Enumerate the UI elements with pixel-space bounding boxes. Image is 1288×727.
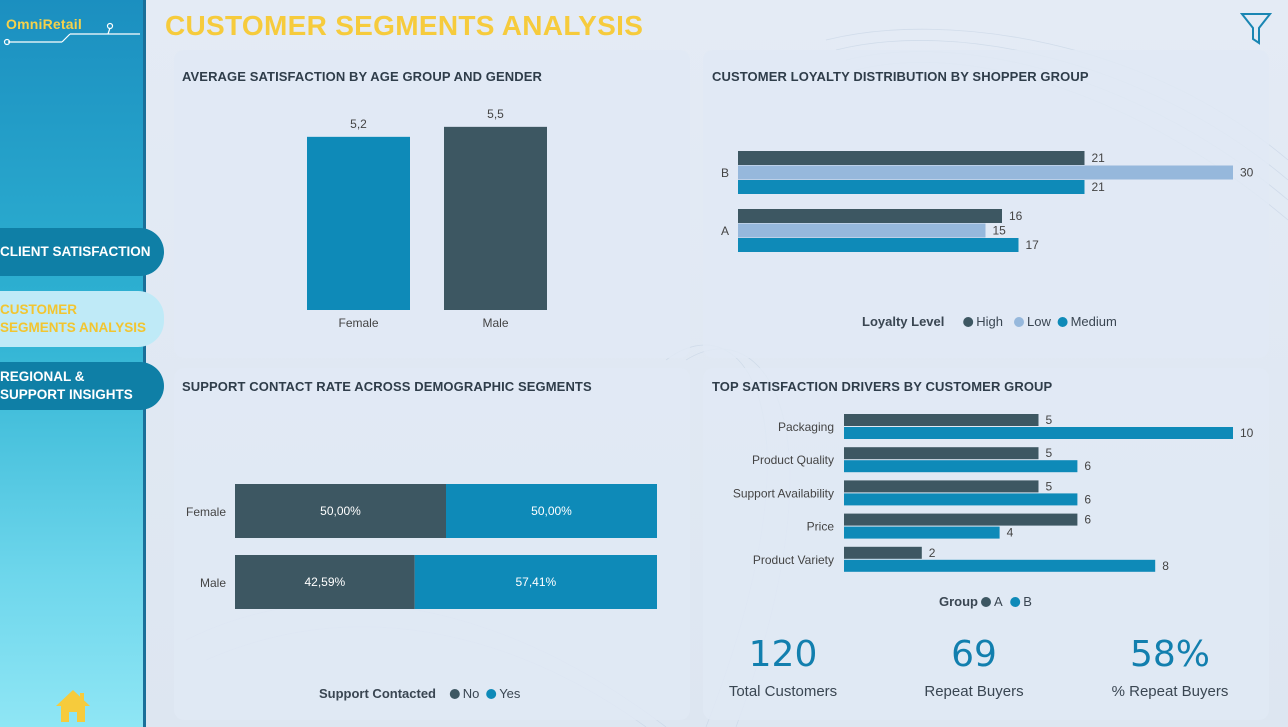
loyalty-chart: 21 30 21 B 1615 17 A Loyalty Level High Low Medium: [721, 151, 1254, 329]
data-label: 30: [1240, 166, 1254, 180]
data-label: 2: [929, 546, 936, 560]
nav-label-line2: SEGMENTS ANALYSIS: [0, 320, 147, 335]
kpi-repeat-buyers-value: 69: [951, 634, 997, 675]
legend-marker: [1010, 597, 1021, 607]
chart-title: TOP SATISFACTION DRIVERS BY CUSTOMER GRO…: [712, 379, 1053, 394]
data-label: 50,00%: [531, 504, 572, 518]
data-label: 5: [1046, 413, 1053, 427]
bar: [738, 238, 1019, 252]
kpi-total-customers-label: Total Customers: [728, 683, 838, 700]
tick-label: Male: [200, 576, 226, 590]
data-label: 21: [1092, 180, 1106, 194]
bar: [844, 546, 922, 559]
tick-label: Female: [338, 316, 378, 330]
data-label: 10: [1240, 426, 1254, 440]
legend-item: Low: [1027, 314, 1051, 329]
nav-label-line1: CUSTOMER: [0, 302, 78, 317]
bar: [844, 513, 1078, 526]
legend-item: Yes: [499, 686, 521, 701]
data-label: 15: [993, 224, 1007, 238]
bar: [844, 460, 1078, 473]
nav-label: CLIENT SATISFACTION: [0, 244, 151, 259]
data-label: 4: [1007, 526, 1014, 540]
data-label: 6: [1084, 513, 1091, 527]
bar: [844, 559, 1156, 572]
legend-item: No: [463, 686, 480, 701]
legend-marker: [981, 597, 991, 607]
bar: [738, 165, 1233, 180]
kpi-total-customers-value: 120: [748, 634, 818, 675]
bar: [738, 180, 1085, 194]
tick-label: Packaging: [778, 420, 834, 434]
data-label: 8: [1162, 559, 1169, 573]
data-label: 17: [1026, 238, 1040, 252]
home-icon[interactable]: [54, 688, 92, 724]
nav-customer-segments[interactable]: CUSTOMER SEGMENTS ANALYSIS: [0, 291, 164, 347]
app-logo: OmniRetail: [6, 16, 82, 32]
legend-title: Loyalty Level: [862, 314, 944, 329]
legend-marker: [1057, 317, 1068, 327]
bar: [444, 126, 547, 310]
legend-marker: [963, 317, 974, 327]
kpi-repeat-pct-label: % Repeat Buyers: [1111, 683, 1229, 700]
legend-marker: [449, 689, 460, 699]
tick-label: Price: [807, 520, 835, 534]
page-title: CUSTOMER SEGMENTS ANALYSIS: [165, 10, 644, 41]
data-label: 42,59%: [305, 575, 346, 589]
data-label: 5: [1046, 479, 1053, 493]
data-label: 5,2: [350, 117, 367, 131]
legend-item: Medium: [1071, 314, 1117, 329]
tick-label: B: [721, 166, 729, 180]
data-label: 21: [1092, 151, 1106, 165]
data-label: 6: [1084, 492, 1091, 506]
legend-item: High: [976, 314, 1003, 329]
chart-title: SUPPORT CONTACT RATE ACROSS DEMOGRAPHIC …: [182, 379, 592, 394]
bar: [844, 480, 1039, 493]
legend-title: Support Contacted: [319, 686, 436, 701]
legend-item: B: [1023, 594, 1032, 609]
chart-title: AVERAGE SATISFACTION BY AGE GROUP AND GE…: [182, 69, 543, 84]
bar: [844, 427, 1233, 439]
data-label: 5,5: [487, 107, 504, 121]
bar: [307, 136, 410, 310]
data-label: 16: [1009, 209, 1023, 223]
bar: [738, 223, 986, 238]
bar: [738, 151, 1085, 165]
nav-regional-support[interactable]: REGIONAL & SUPPORT INSIGHTS: [0, 362, 164, 410]
data-label: 57,41%: [516, 575, 557, 589]
bar: [844, 447, 1039, 460]
nav-label-line1: REGIONAL &: [0, 369, 85, 384]
nav-client-satisfaction[interactable]: CLIENT SATISFACTION: [0, 228, 164, 276]
data-label: 5: [1046, 446, 1053, 460]
nav-label-line2: SUPPORT INSIGHTS: [0, 387, 133, 402]
drivers-chart: 5 10 Packaging 5 6 Product Quality 5 6 Support A…: [733, 413, 1254, 609]
chart-title: CUSTOMER LOYALTY DISTRIBUTION BY SHOPPER…: [712, 69, 1089, 84]
data-label: 6: [1084, 459, 1091, 473]
kpi-repeat-buyers-label: Repeat Buyers: [924, 683, 1024, 700]
bar: [738, 209, 1002, 223]
filter-icon[interactable]: [1240, 12, 1272, 46]
tick-label: Product Quality: [752, 453, 834, 467]
legend-item: A: [994, 594, 1003, 609]
support-chart: 50,00% 50,00% Female 42,59% 57,41% Male Suppor…: [186, 484, 657, 701]
data-label: 50,00%: [320, 504, 361, 518]
bar: [844, 414, 1039, 426]
bar: [844, 526, 1000, 539]
avg-satisfaction-chart: 5,2 Female 5,5 Male: [307, 107, 547, 330]
kpi-repeat-pct-value: 58%: [1129, 634, 1210, 675]
bar: [844, 493, 1078, 506]
tick-label: Male: [482, 316, 508, 330]
legend-title: Group: [939, 594, 978, 609]
tick-label: Female: [186, 505, 226, 519]
legend-marker: [486, 689, 497, 699]
tick-label: A: [721, 224, 729, 238]
tick-label: Product Variety: [753, 553, 834, 567]
tick-label: Support Availability: [733, 486, 834, 500]
legend-marker: [1014, 317, 1024, 327]
